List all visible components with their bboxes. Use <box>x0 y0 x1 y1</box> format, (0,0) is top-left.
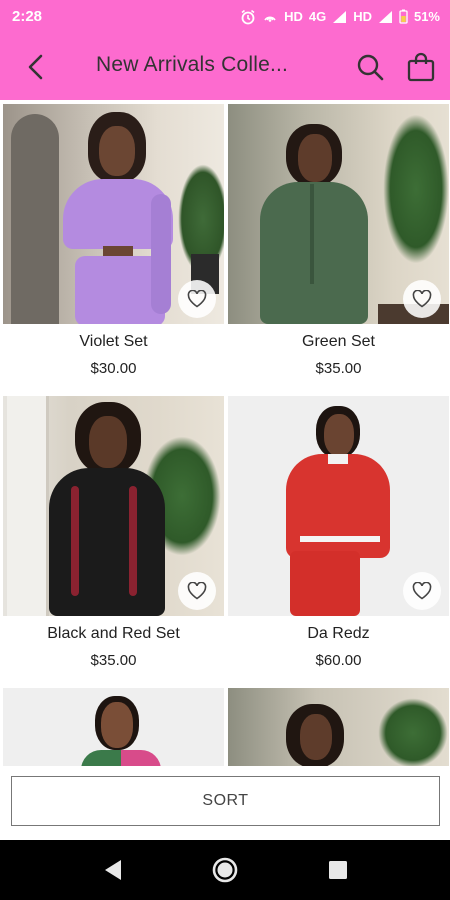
heart-icon <box>187 290 207 308</box>
status-bar: 2:28 HD 4G HD 51% <box>0 0 450 33</box>
nav-home-icon <box>212 857 238 883</box>
shopping-bag-icon <box>407 52 435 82</box>
product-name[interactable]: Green Set <box>228 333 449 351</box>
back-arrow-icon <box>28 54 43 80</box>
search-icon <box>357 54 384 81</box>
product-image[interactable] <box>228 104 449 324</box>
product-price: $35.00 <box>315 360 362 377</box>
product-card-5[interactable] <box>3 688 224 766</box>
hd-label-2: HD <box>353 9 372 24</box>
signal-icon-2 <box>378 10 392 23</box>
network-label: 4G <box>308 9 327 24</box>
product-price: $35.00 <box>90 652 137 669</box>
favorite-button[interactable] <box>403 572 441 610</box>
nav-back-icon <box>105 860 121 880</box>
hd-label-1: HD <box>284 9 303 24</box>
nav-recents-icon <box>329 861 347 879</box>
product-card-black-and-red-set[interactable]: Black and Red Set $35.00 <box>3 396 224 669</box>
product-price: $30.00 <box>90 360 137 377</box>
product-grid: Violet Set $30.00 Green Set $35.00 Black… <box>0 104 450 766</box>
search-button[interactable] <box>354 51 386 83</box>
product-card-violet-set[interactable]: Violet Set $30.00 <box>3 104 224 377</box>
status-time: 2:28 <box>12 8 43 25</box>
product-name[interactable]: Da Redz <box>228 625 449 643</box>
product-name[interactable]: Black and Red Set <box>3 625 224 643</box>
nav-home-button[interactable] <box>210 855 240 885</box>
signal-icon <box>333 10 347 23</box>
page-title: New Arrivals Colle... <box>96 53 289 76</box>
top-bar: 2:28 HD 4G HD 51% New Arrivals Colle... <box>0 0 450 100</box>
battery-level: 51% <box>413 9 440 24</box>
product-image[interactable] <box>228 396 449 616</box>
sort-bar: SORT <box>0 766 450 840</box>
product-image[interactable] <box>3 396 224 616</box>
product-card-da-redz[interactable]: Da Redz $60.00 <box>228 396 449 669</box>
heart-icon <box>187 582 207 600</box>
battery-icon <box>399 9 408 24</box>
nav-back-button[interactable] <box>98 855 128 885</box>
sort-button[interactable]: SORT <box>11 776 440 826</box>
product-price: $60.00 <box>315 652 362 669</box>
favorite-button[interactable] <box>178 280 216 318</box>
heart-icon <box>412 290 432 308</box>
favorite-button[interactable] <box>403 280 441 318</box>
product-name[interactable]: Violet Set <box>3 333 224 351</box>
favorite-button[interactable] <box>178 572 216 610</box>
product-image[interactable] <box>228 688 449 766</box>
hotspot-icon <box>264 16 276 22</box>
cart-button[interactable] <box>405 50 437 84</box>
heart-icon <box>412 582 432 600</box>
product-card-6[interactable] <box>228 688 449 766</box>
nav-recents-button[interactable] <box>323 855 353 885</box>
app-bar: New Arrivals Colle... <box>0 33 450 100</box>
alarm-icon <box>241 9 255 24</box>
product-image[interactable] <box>3 104 224 324</box>
status-icons: HD 4G HD 51% <box>240 9 440 25</box>
product-image[interactable] <box>3 688 224 766</box>
system-nav-bar <box>0 840 450 900</box>
back-button[interactable] <box>20 51 52 83</box>
product-card-green-set[interactable]: Green Set $35.00 <box>228 104 449 377</box>
